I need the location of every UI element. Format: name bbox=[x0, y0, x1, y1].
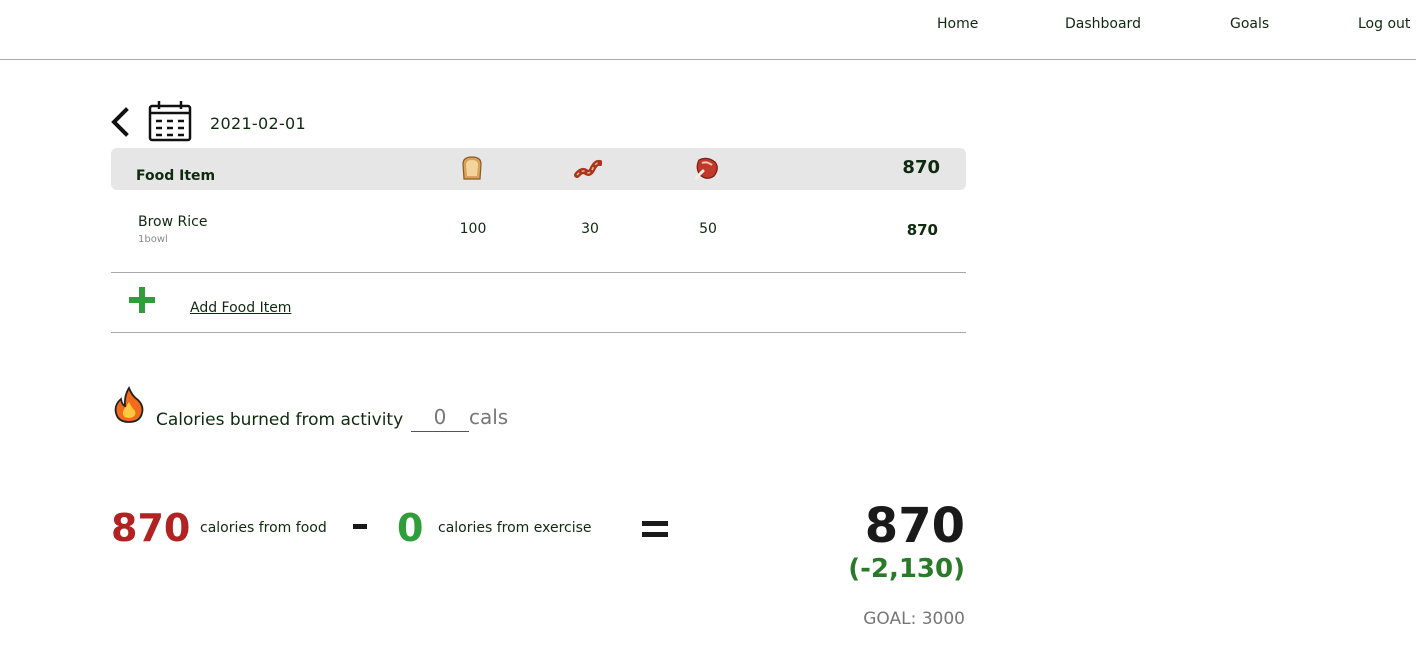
add-food-item-link[interactable]: Add Food Item bbox=[190, 300, 291, 316]
back-chevron-icon[interactable] bbox=[108, 106, 132, 138]
table-row[interactable]: Brow Rice 1bowl 100 30 50 870 bbox=[111, 190, 966, 273]
meat-icon bbox=[694, 157, 718, 180]
food-item-column-header: Food Item bbox=[136, 168, 216, 184]
equals-sign-top bbox=[642, 521, 668, 526]
calendar-icon[interactable] bbox=[148, 100, 192, 142]
fire-icon bbox=[114, 386, 144, 423]
exercise-calories-total: 0 bbox=[397, 506, 424, 550]
food-serving: 1bowl bbox=[138, 234, 168, 245]
bacon-icon bbox=[574, 159, 602, 178]
nav-goals-link[interactable]: Goals bbox=[1230, 16, 1269, 32]
fat-value: 30 bbox=[581, 221, 599, 237]
total-calories-header: 870 bbox=[902, 157, 940, 178]
activity-unit: cals bbox=[469, 405, 509, 429]
exercise-calories-label: calories from exercise bbox=[438, 520, 592, 536]
food-name: Brow Rice bbox=[138, 214, 208, 230]
carbs-value: 100 bbox=[459, 221, 487, 237]
nav-logout-link[interactable]: Log out bbox=[1358, 16, 1410, 32]
plus-icon[interactable] bbox=[129, 287, 155, 313]
row-calories: 870 bbox=[906, 221, 938, 239]
top-nav: Home Dashboard Goals Log out bbox=[0, 0, 1416, 60]
food-table-header: Food Item 870 bbox=[111, 148, 966, 190]
bread-icon bbox=[462, 156, 482, 180]
minus-sign bbox=[353, 524, 367, 529]
equals-sign-bottom bbox=[642, 532, 668, 537]
add-food-row: Add Food Item bbox=[111, 273, 966, 333]
protein-value: 50 bbox=[699, 221, 717, 237]
goal-difference: (-2,130) bbox=[848, 554, 965, 584]
nav-home-link[interactable]: Home bbox=[937, 16, 978, 32]
selected-date: 2021-02-01 bbox=[210, 114, 306, 133]
activity-label: Calories burned from activity bbox=[156, 410, 404, 430]
calories-burned-input[interactable] bbox=[411, 403, 469, 432]
calorie-goal: GOAL: 3000 bbox=[863, 609, 965, 629]
net-calories: 870 bbox=[864, 498, 965, 554]
food-calories-total: 870 bbox=[111, 506, 191, 550]
nav-dashboard-link[interactable]: Dashboard bbox=[1065, 16, 1141, 32]
food-calories-label: calories from food bbox=[200, 520, 327, 536]
